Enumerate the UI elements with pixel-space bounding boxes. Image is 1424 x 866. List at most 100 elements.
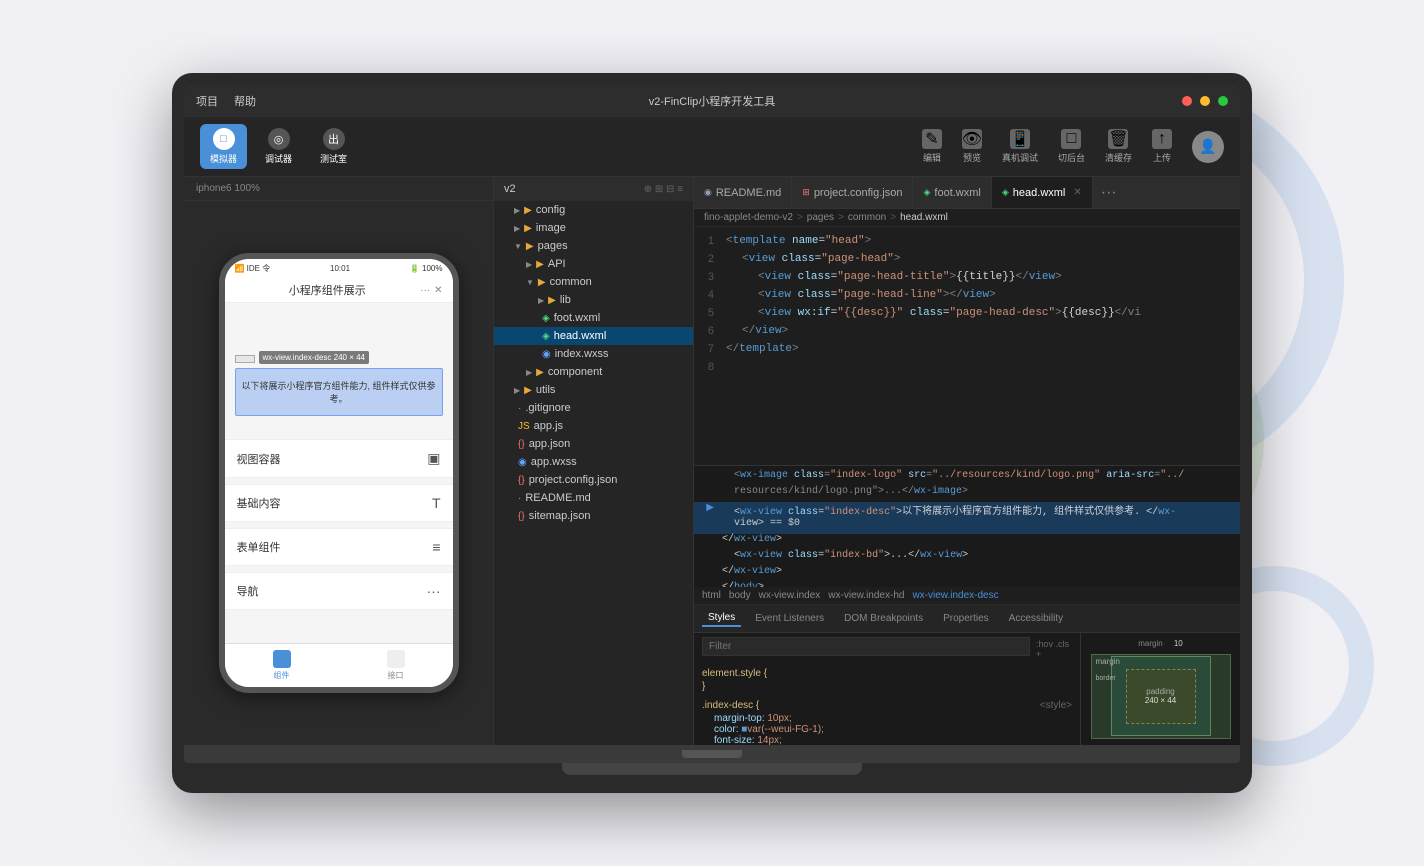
background-label: 切后台	[1058, 151, 1085, 164]
code-line-6: 6 </view>	[694, 325, 1240, 343]
tab-project-config[interactable]: ⊞ project.config.json	[792, 177, 913, 208]
tab-foot-wxml[interactable]: ◈ foot.wxml	[913, 177, 991, 208]
tree-header: v2 ⊕ ⊞ ⊟ ≡	[494, 177, 693, 201]
minimize-button[interactable]	[1200, 96, 1210, 106]
phone-menu-dots[interactable]: ···	[420, 285, 430, 296]
code-line-8: 8	[694, 361, 1240, 379]
path-html[interactable]: html	[702, 590, 721, 601]
background-action[interactable]: □ 切后台	[1058, 129, 1085, 164]
line-num-5: 5	[694, 307, 726, 319]
path-wx-view-index[interactable]: wx-view.index	[759, 590, 821, 601]
code-area: 1 <template name="head"> 2 <view class="…	[694, 227, 1240, 465]
testroom-label: 测试室	[320, 152, 347, 165]
clear-cache-icon: 🗑	[1108, 129, 1128, 149]
filter-hint: :hov .cls +	[1036, 639, 1072, 659]
tab-more-button[interactable]: ···	[1093, 184, 1125, 202]
preview-label: 预览	[963, 151, 981, 164]
list-item-basic[interactable]: 基础内容 T	[225, 484, 453, 522]
devtools-tab-styles[interactable]: Styles	[702, 610, 741, 627]
tree-item-api[interactable]: ▶ ▶ API	[494, 255, 693, 273]
tab-close-icon[interactable]: ✕	[1073, 187, 1081, 198]
tree-item-app-js[interactable]: JS app.js	[494, 417, 693, 435]
tree-item-lib[interactable]: ▶ ▶ lib	[494, 291, 693, 309]
phone-close-btn[interactable]: ✕	[434, 285, 442, 296]
simulator-icon: □	[213, 128, 235, 150]
list-item-basic-icon: T	[432, 495, 441, 511]
devtools-tab-dom[interactable]: DOM Breakpoints	[838, 611, 929, 626]
tree-root-label: v2	[504, 183, 516, 195]
upload-action[interactable]: ↑ 上传	[1152, 129, 1172, 164]
testroom-button[interactable]: 出 测试室	[310, 124, 357, 169]
main-content: iphone6 100% 📶 IDE 令 10:01 🔋 100% 小程序组件展…	[184, 177, 1240, 745]
box-content-size: padding 240 × 44	[1145, 687, 1176, 705]
line-content-4: <view class="page-head-line"></view>	[726, 289, 996, 301]
tree-item-common[interactable]: ▼ ▶ common	[494, 273, 693, 291]
tab-foot-wxml-label: foot.wxml	[934, 187, 980, 199]
tree-item-index-wxss[interactable]: ◉ index.wxss	[494, 345, 693, 363]
close-button[interactable]	[1182, 96, 1192, 106]
tree-item-pages[interactable]: ▼ ▶ pages	[494, 237, 693, 255]
clear-cache-action[interactable]: 🗑 清缓存	[1105, 129, 1132, 164]
list-item-nav[interactable]: 导航 ···	[225, 572, 453, 610]
src-content-2: resources/kind/logo.png">...</wx-image>	[722, 486, 968, 502]
nav-item-api[interactable]: 接口	[339, 648, 453, 683]
style-prop-margin: margin-top: 10px;	[702, 713, 1072, 724]
list-item-form-icon: ≡	[432, 539, 440, 555]
line-num-3: 3	[694, 271, 726, 283]
tree-item-foot-wxml[interactable]: ◈ foot.wxml	[494, 309, 693, 327]
element-indicator	[235, 355, 255, 363]
laptop-stand	[562, 763, 862, 775]
preview-action[interactable]: 👁 预览	[962, 129, 982, 164]
tab-readme[interactable]: ◉ README.md	[694, 177, 792, 208]
tab-readme-label: README.md	[716, 187, 781, 199]
tree-item-readme-md[interactable]: · README.md	[494, 489, 693, 507]
tree-item-component[interactable]: ▶ ▶ component	[494, 363, 693, 381]
list-item-form[interactable]: 表单组件 ≡	[225, 528, 453, 566]
tree-item-head-wxml[interactable]: ◈ head.wxml	[494, 327, 693, 345]
tree-item--gitignore[interactable]: · .gitignore	[494, 399, 693, 417]
path-body[interactable]: body	[729, 590, 751, 601]
window-controls	[1182, 96, 1228, 106]
style-prop-fontsize: font-size: 14px;	[702, 735, 1072, 746]
src-content-5: </wx-view>	[722, 534, 782, 550]
list-item-views[interactable]: 视图容器 ▣	[225, 439, 453, 478]
devtools-tab-event[interactable]: Event Listeners	[749, 611, 830, 626]
path-wx-view-hd[interactable]: wx-view.index-hd	[828, 590, 904, 601]
tree-item-utils[interactable]: ▶ ▶ utils	[494, 381, 693, 399]
tree-item-config[interactable]: ▶ ▶ config	[494, 201, 693, 219]
line-content-3: <view class="page-head-title">{{title}}<…	[726, 271, 1062, 283]
phone-content: wx-view.index-desc 240 × 44 以下将展示小程序官方组件…	[225, 303, 453, 643]
maximize-button[interactable]	[1218, 96, 1228, 106]
phone-status-bar: 📶 IDE 令 10:01 🔋 100%	[225, 259, 453, 278]
devtools-tab-props[interactable]: Properties	[937, 611, 995, 626]
devtools-tabs-row: Styles Event Listeners DOM Breakpoints P…	[694, 605, 1240, 633]
path-wx-view-desc[interactable]: wx-view.index-desc	[912, 590, 998, 601]
devtools-tab-accessibility[interactable]: Accessibility	[1003, 611, 1069, 626]
debugger-button[interactable]: ◎ 调试器	[255, 124, 302, 169]
tree-item-project-config-json[interactable]: {} project.config.json	[494, 471, 693, 489]
list-item-nav-icon: ···	[427, 583, 441, 599]
src-line-6: <wx-view class="index-bd">...</wx-view>	[694, 550, 1240, 566]
edit-icon: ✎	[922, 129, 942, 149]
edit-action[interactable]: ✎ 编辑	[922, 129, 942, 164]
list-item-views-label: 视图容器	[237, 451, 281, 467]
tree-item-image[interactable]: ▶ ▶ image	[494, 219, 693, 237]
nav-item-components[interactable]: 组件	[225, 648, 339, 683]
menu-item-help[interactable]: 帮助	[234, 93, 256, 109]
src-content-4: view> == $0	[722, 518, 800, 534]
device-debug-label: 真机调试	[1002, 151, 1038, 164]
src-line-4: view> == $0	[694, 518, 1240, 534]
tree-item-sitemap-json[interactable]: {} sitemap.json	[494, 507, 693, 525]
tab-head-wxml[interactable]: ◈ head.wxml ✕	[992, 177, 1093, 208]
phone-selected-element: wx-view.index-desc 240 × 44 以下将展示小程序官方组件…	[235, 351, 443, 416]
tree-item-app-wxss[interactable]: ◉ app.wxss	[494, 453, 693, 471]
style-rule-element: element.style { }	[702, 668, 1072, 692]
tree-item-app-json[interactable]: {} app.json	[494, 435, 693, 453]
simulator-button[interactable]: □ 模拟器	[200, 124, 247, 169]
avatar[interactable]: 👤	[1192, 131, 1224, 163]
device-debug-action[interactable]: 📱 真机调试	[1002, 129, 1038, 164]
styles-filter-input[interactable]	[702, 637, 1030, 656]
menu-item-project[interactable]: 项目	[196, 93, 218, 109]
tree-actions: ⊕ ⊞ ⊟ ≡	[644, 184, 683, 195]
device-debug-icon: 📱	[1010, 129, 1030, 149]
